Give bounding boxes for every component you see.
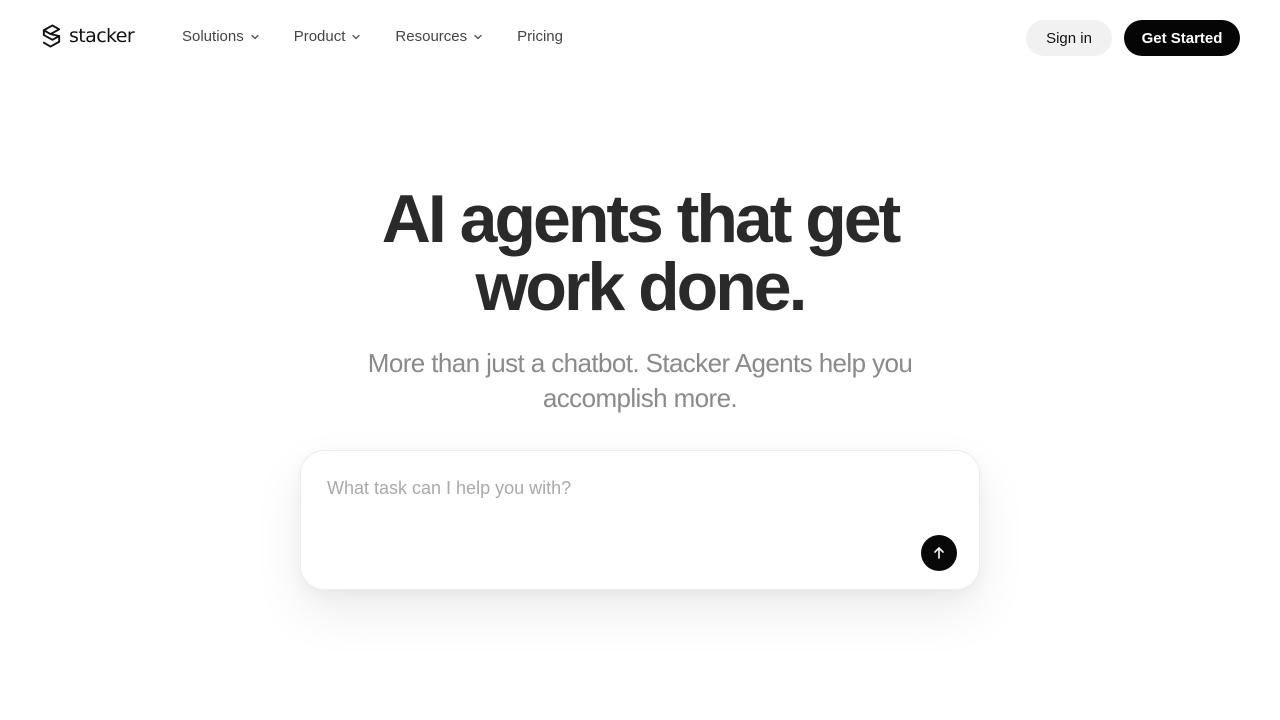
nav-item-label: Pricing <box>517 28 563 45</box>
task-prompt-input[interactable] <box>327 473 927 503</box>
chevron-down-icon <box>352 34 361 39</box>
hero-subtitle: More than just a chatbot. Stacker Agents… <box>367 348 913 413</box>
brand-name: stacker <box>69 25 135 47</box>
brand-logo[interactable]: stacker <box>40 23 135 49</box>
arrow-up-icon <box>934 547 944 559</box>
nav-item-label: Solutions <box>182 28 244 45</box>
get-started-button[interactable]: Get Started <box>1124 20 1240 56</box>
nav-item-resources[interactable]: Resources <box>395 28 483 45</box>
hero-title-line-2: work done. <box>475 249 808 325</box>
main-nav: Solutions Product Resources Pricing <box>182 28 563 45</box>
nav-item-product[interactable]: Product <box>294 28 362 45</box>
nav-item-label: Resources <box>395 28 468 45</box>
sign-in-button[interactable]: Sign in <box>1026 20 1112 56</box>
task-prompt-box <box>300 450 980 590</box>
hero-title-line-1: AI agents that get <box>381 181 902 257</box>
nav-item-solutions[interactable]: Solutions <box>182 28 260 45</box>
nav-item-pricing[interactable]: Pricing <box>517 28 563 45</box>
stacker-logo-icon <box>42 24 61 48</box>
hero-title: AI agents that get work done. <box>0 185 1280 321</box>
site-header: stacker Solutions Product Resources Pric… <box>0 0 1280 76</box>
landing-page: stacker Solutions Product Resources Pric… <box>0 0 1280 720</box>
send-button[interactable] <box>921 535 957 571</box>
nav-item-label: Product <box>293 28 346 45</box>
chevron-down-icon <box>474 34 482 39</box>
chevron-down-icon <box>251 34 259 39</box>
